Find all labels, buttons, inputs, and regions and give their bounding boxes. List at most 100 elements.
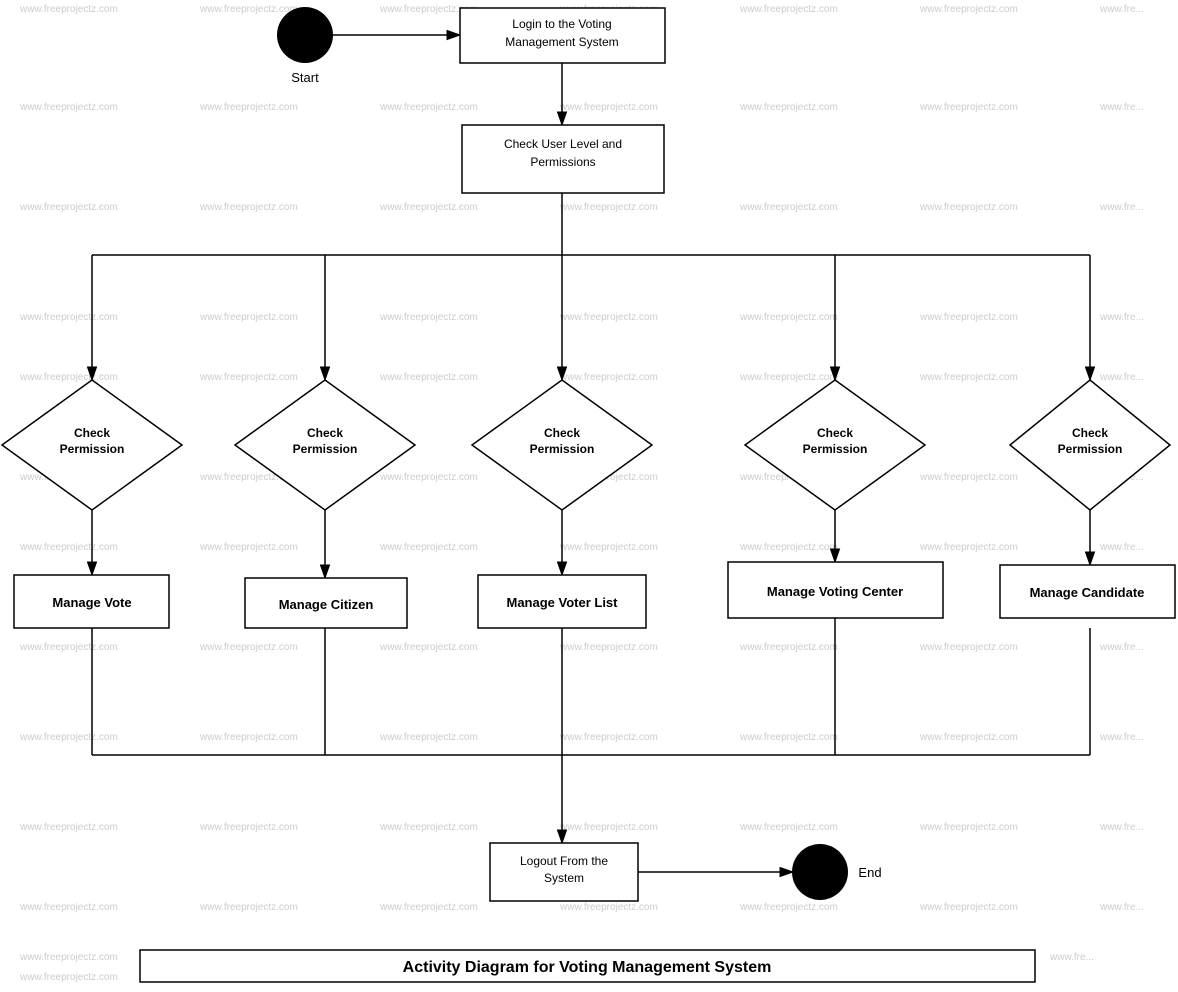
manage-citizen-text: Manage Citizen: [279, 597, 374, 612]
svg-text:www.freeprojectz.com: www.freeprojectz.com: [739, 642, 838, 653]
start-circle: [277, 7, 333, 63]
svg-text:www.freeprojectz.com: www.freeprojectz.com: [559, 902, 658, 913]
svg-text:www.freeprojectz.com: www.freeprojectz.com: [559, 372, 658, 383]
svg-text:www.freeprojectz.com: www.freeprojectz.com: [559, 202, 658, 213]
check-user-text1: Check User Level and: [504, 137, 622, 151]
svg-text:www.freeprojectz.com: www.freeprojectz.com: [739, 732, 838, 743]
svg-text:www.freeprojectz.com: www.freeprojectz.com: [379, 472, 478, 483]
end-label: End: [858, 865, 881, 880]
title-text: Activity Diagram for Voting Management S…: [403, 959, 772, 976]
login-text-line1: Login to the Voting: [512, 17, 611, 31]
svg-text:www.freeprojectz.com: www.freeprojectz.com: [199, 542, 298, 553]
svg-text:www.freeprojectz.com: www.freeprojectz.com: [919, 732, 1018, 743]
svg-text:www.freeprojectz.com: www.freeprojectz.com: [199, 102, 298, 113]
svg-text:www.freeprojectz.com: www.freeprojectz.com: [559, 822, 658, 833]
svg-text:www.freeprojectz.com: www.freeprojectz.com: [739, 902, 838, 913]
svg-text:www.fre...: www.fre...: [1099, 202, 1144, 213]
login-text-line2: Management System: [505, 35, 618, 49]
svg-text:www.freeprojectz.com: www.freeprojectz.com: [199, 202, 298, 213]
svg-text:www.fre...: www.fre...: [1099, 372, 1144, 383]
svg-text:www.freeprojectz.com: www.freeprojectz.com: [919, 312, 1018, 323]
svg-text:www.freeprojectz.com: www.freeprojectz.com: [199, 822, 298, 833]
check-user-text2: Permissions: [530, 155, 595, 169]
diamond-4-text2: Permission: [803, 442, 868, 456]
svg-text:www.freeprojectz.com: www.freeprojectz.com: [919, 372, 1018, 383]
svg-text:www.freeprojectz.com: www.freeprojectz.com: [19, 202, 118, 213]
diamond-1-text1: Check: [74, 426, 110, 440]
start-label: Start: [291, 70, 319, 85]
svg-text:www.freeprojectz.com: www.freeprojectz.com: [199, 4, 298, 15]
svg-text:www.freeprojectz.com: www.freeprojectz.com: [559, 102, 658, 113]
svg-text:www.freeprojectz.com: www.freeprojectz.com: [739, 822, 838, 833]
svg-text:www.freeprojectz.com: www.freeprojectz.com: [19, 372, 118, 383]
svg-text:www.freeprojectz.com: www.freeprojectz.com: [559, 732, 658, 743]
diamond-2-text2: Permission: [293, 442, 358, 456]
svg-text:www.freeprojectz.com: www.freeprojectz.com: [739, 102, 838, 113]
diamond-2-text1: Check: [307, 426, 343, 440]
manage-candidate-text: Manage Candidate: [1030, 585, 1145, 600]
manage-voting-center-text: Manage Voting Center: [767, 584, 903, 599]
svg-text:www.fre...: www.fre...: [1099, 4, 1144, 15]
manage-vote-text: Manage Vote: [52, 595, 131, 610]
svg-text:www.freeprojectz.com: www.freeprojectz.com: [379, 732, 478, 743]
svg-text:www.freeprojectz.com: www.freeprojectz.com: [199, 642, 298, 653]
svg-text:www.freeprojectz.com: www.freeprojectz.com: [379, 102, 478, 113]
svg-text:www.fre...: www.fre...: [1099, 902, 1144, 913]
svg-text:www.freeprojectz.com: www.freeprojectz.com: [739, 202, 838, 213]
logout-text2: System: [544, 871, 584, 885]
svg-text:www.fre...: www.fre...: [1099, 732, 1144, 743]
svg-text:www.freeprojectz.com: www.freeprojectz.com: [919, 102, 1018, 113]
svg-text:www.freeprojectz.com: www.freeprojectz.com: [19, 902, 118, 913]
svg-text:www.freeprojectz.com: www.freeprojectz.com: [919, 542, 1018, 553]
svg-text:www.freeprojectz.com: www.freeprojectz.com: [559, 542, 658, 553]
diamond-1-text2: Permission: [60, 442, 125, 456]
svg-text:www.freeprojectz.com: www.freeprojectz.com: [199, 732, 298, 743]
svg-text:www.freeprojectz.com: www.freeprojectz.com: [19, 732, 118, 743]
svg-text:www.fre...: www.fre...: [1049, 952, 1094, 963]
svg-text:www.fre...: www.fre...: [1099, 642, 1144, 653]
svg-text:www.freeprojectz.com: www.freeprojectz.com: [379, 822, 478, 833]
diagram-container: www.freeprojectz.com www.freeprojectz.co…: [0, 0, 1178, 992]
svg-text:www.freeprojectz.com: www.freeprojectz.com: [919, 202, 1018, 213]
flowchart-svg: www.freeprojectz.com www.freeprojectz.co…: [0, 0, 1178, 992]
svg-text:www.freeprojectz.com: www.freeprojectz.com: [19, 102, 118, 113]
svg-text:www.freeprojectz.com: www.freeprojectz.com: [739, 4, 838, 15]
diamond-3-text2: Permission: [530, 442, 595, 456]
svg-text:www.freeprojectz.com: www.freeprojectz.com: [739, 312, 838, 323]
svg-text:www.freeprojectz.com: www.freeprojectz.com: [19, 972, 118, 983]
logout-text1: Logout From the: [520, 854, 608, 868]
svg-text:www.freeprojectz.com: www.freeprojectz.com: [19, 542, 118, 553]
svg-text:www.freeprojectz.com: www.freeprojectz.com: [919, 4, 1018, 15]
svg-text:www.freeprojectz.com: www.freeprojectz.com: [19, 312, 118, 323]
svg-text:www.fre...: www.fre...: [1099, 102, 1144, 113]
manage-voter-list-text: Manage Voter List: [506, 595, 618, 610]
svg-text:www.freeprojectz.com: www.freeprojectz.com: [559, 312, 658, 323]
end-circle: [792, 844, 848, 900]
svg-text:www.freeprojectz.com: www.freeprojectz.com: [379, 372, 478, 383]
svg-text:www.freeprojectz.com: www.freeprojectz.com: [919, 642, 1018, 653]
svg-text:www.freeprojectz.com: www.freeprojectz.com: [379, 642, 478, 653]
svg-text:www.freeprojectz.com: www.freeprojectz.com: [19, 822, 118, 833]
svg-text:www.freeprojectz.com: www.freeprojectz.com: [919, 472, 1018, 483]
svg-text:www.freeprojectz.com: www.freeprojectz.com: [199, 312, 298, 323]
svg-text:www.freeprojectz.com: www.freeprojectz.com: [919, 822, 1018, 833]
svg-text:www.freeprojectz.com: www.freeprojectz.com: [739, 372, 838, 383]
svg-text:www.freeprojectz.com: www.freeprojectz.com: [379, 202, 478, 213]
svg-text:www.freeprojectz.com: www.freeprojectz.com: [559, 642, 658, 653]
diamond-4-text1: Check: [817, 426, 853, 440]
svg-text:www.freeprojectz.com: www.freeprojectz.com: [199, 372, 298, 383]
svg-text:www.freeprojectz.com: www.freeprojectz.com: [379, 902, 478, 913]
svg-text:www.freeprojectz.com: www.freeprojectz.com: [379, 312, 478, 323]
svg-text:www.fre...: www.fre...: [1099, 542, 1144, 553]
svg-text:www.fre...: www.fre...: [1099, 822, 1144, 833]
svg-text:www.freeprojectz.com: www.freeprojectz.com: [379, 542, 478, 553]
diamond-5-text1: Check: [1072, 426, 1108, 440]
diamond-5-text2: Permission: [1058, 442, 1123, 456]
svg-text:www.freeprojectz.com: www.freeprojectz.com: [19, 642, 118, 653]
svg-text:www.freeprojectz.com: www.freeprojectz.com: [199, 902, 298, 913]
svg-text:www.freeprojectz.com: www.freeprojectz.com: [919, 902, 1018, 913]
svg-text:www.freeprojectz.com: www.freeprojectz.com: [19, 952, 118, 963]
diamond-3-text1: Check: [544, 426, 580, 440]
svg-text:www.fre...: www.fre...: [1099, 312, 1144, 323]
svg-text:www.freeprojectz.com: www.freeprojectz.com: [739, 542, 838, 553]
